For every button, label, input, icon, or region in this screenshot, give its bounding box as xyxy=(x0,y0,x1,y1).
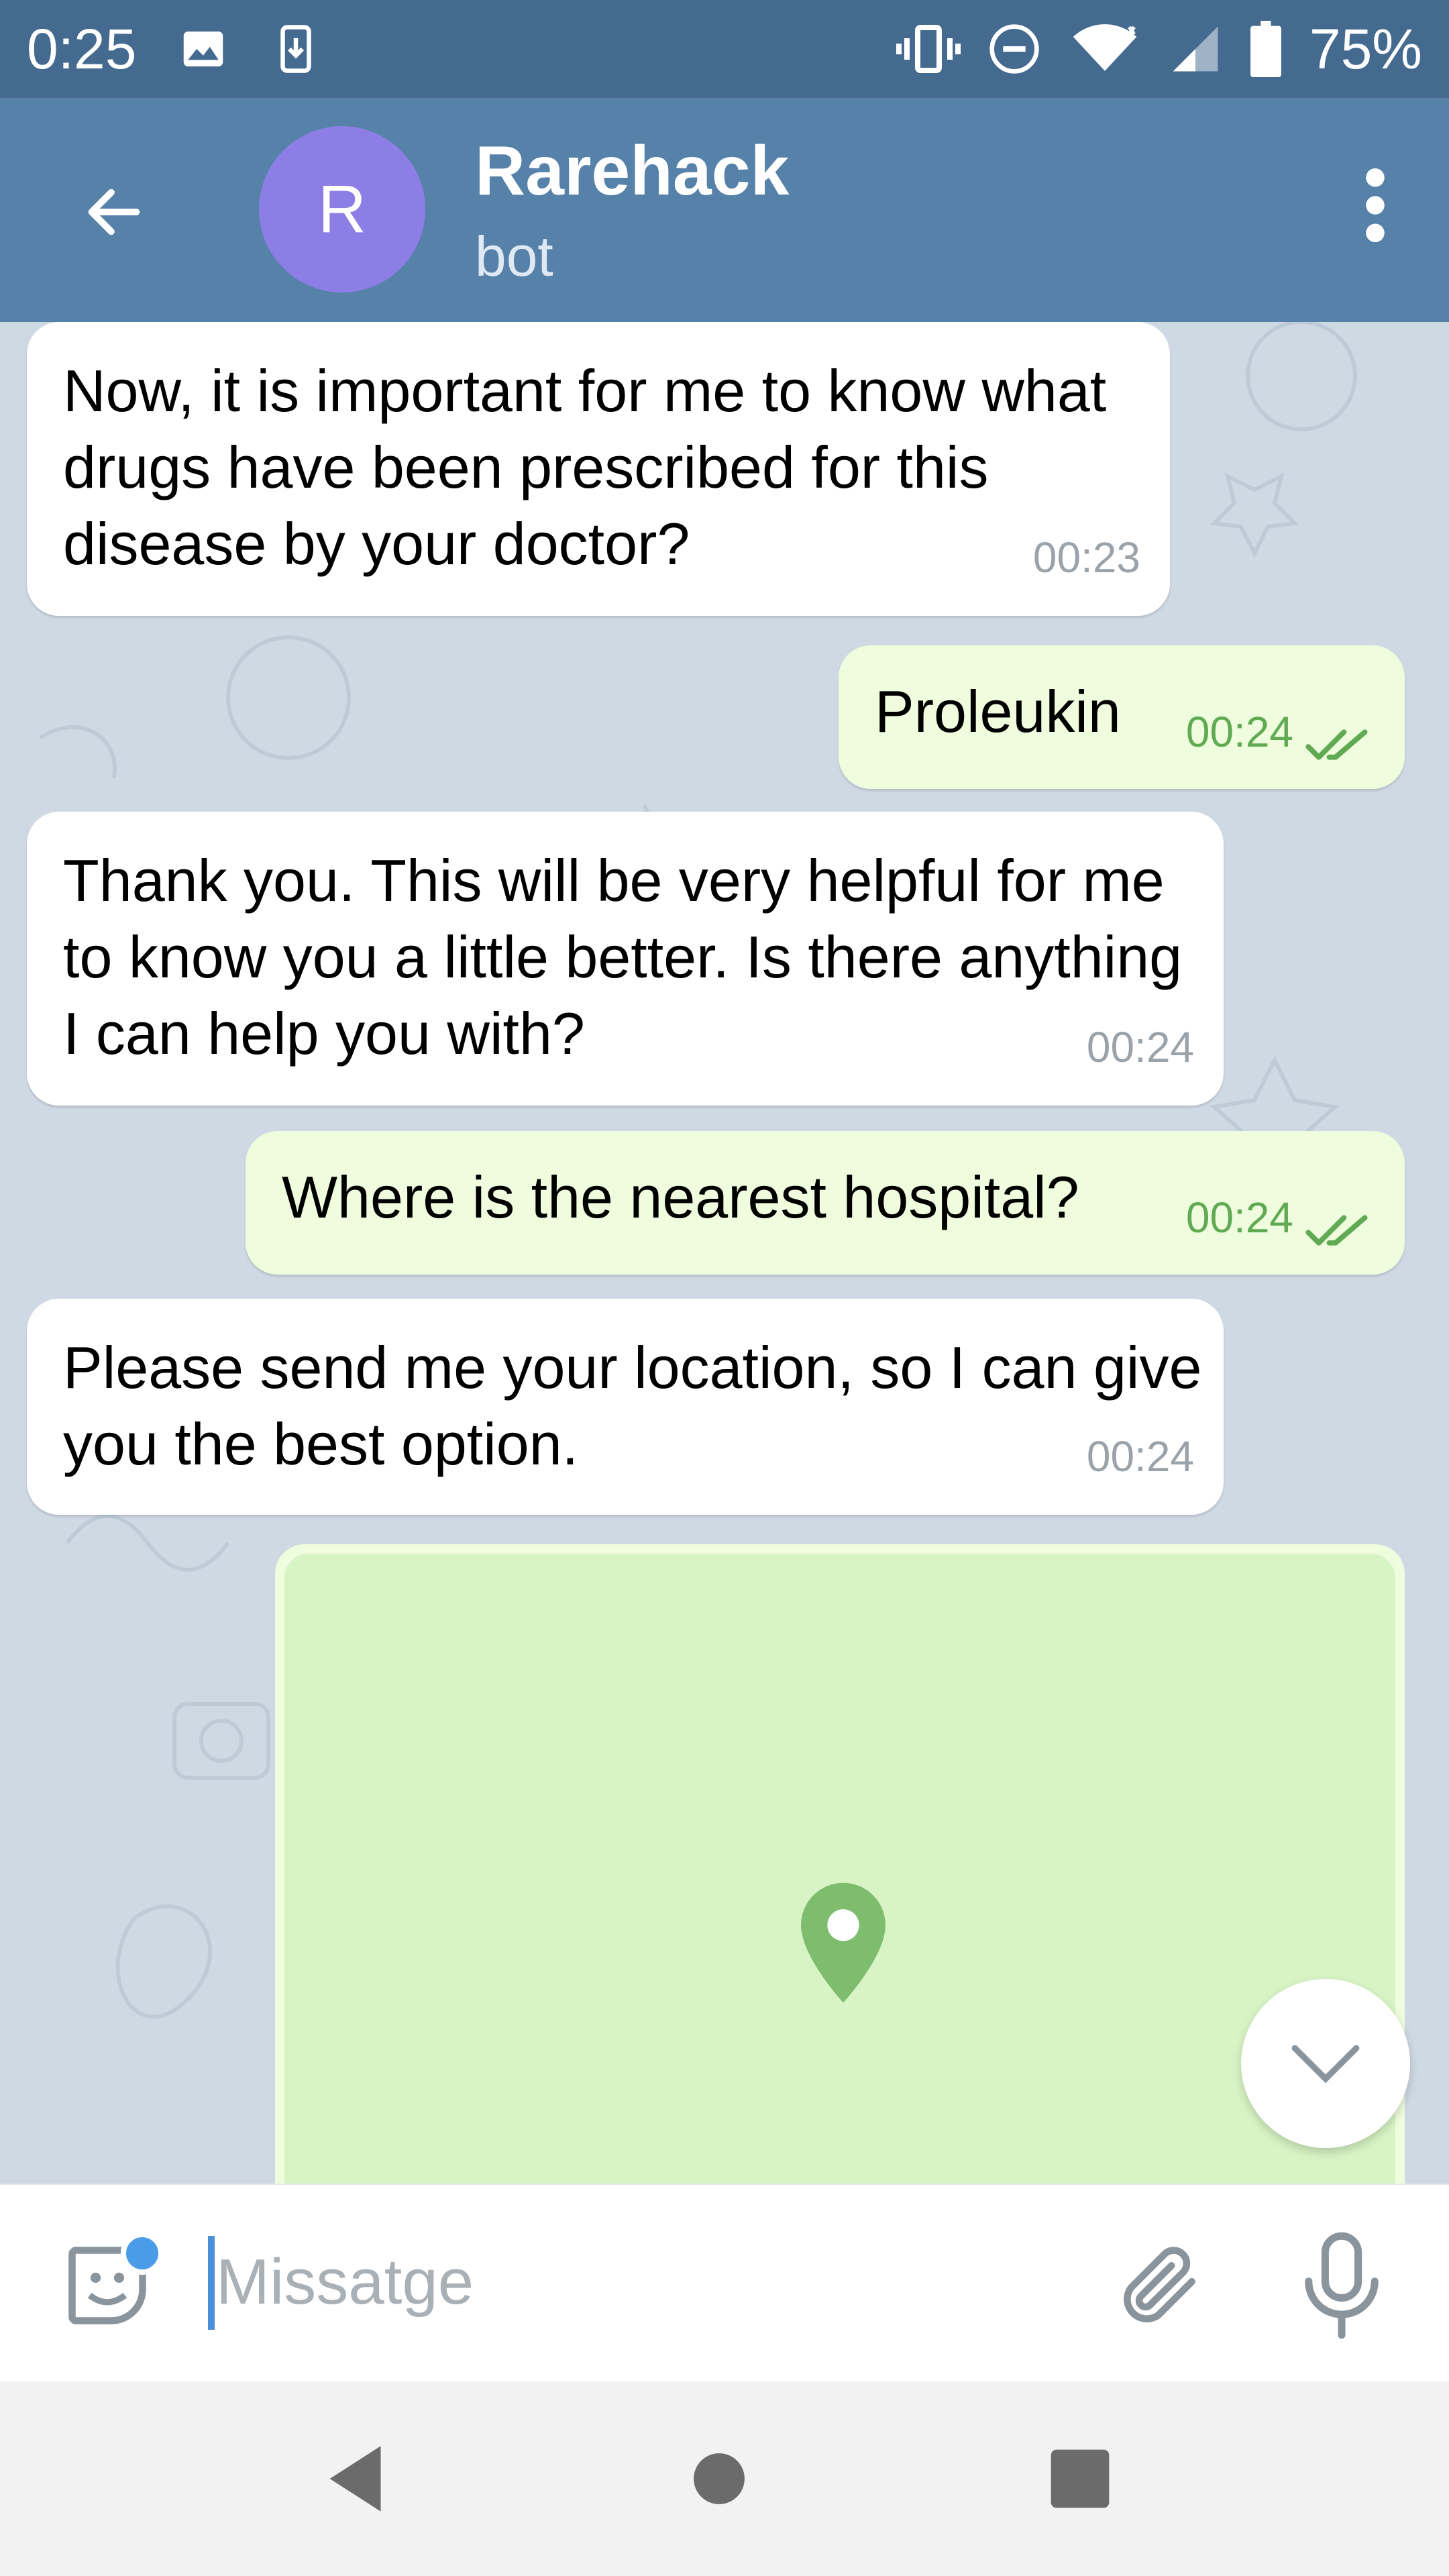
message-text: Now, it is important for me to know what… xyxy=(63,358,1107,577)
message-time: 00:24 xyxy=(1185,708,1293,756)
map-pin-icon xyxy=(801,1882,885,2003)
chat-subtitle: bot xyxy=(475,225,553,288)
home-circle-icon[interactable] xyxy=(676,2435,763,2522)
status-time: 0:25 xyxy=(27,17,137,80)
text-cursor xyxy=(208,2236,215,2330)
message-incoming[interactable]: Thank you. This will be very helpful for… xyxy=(27,812,1224,1106)
message-time: 00:24 xyxy=(1185,1193,1293,1242)
message-outgoing[interactable]: Where is the nearest hospital? 00:24 xyxy=(246,1131,1405,1275)
read-ticks-icon xyxy=(1305,729,1368,760)
back-button[interactable] xyxy=(67,165,161,259)
message-input-bar xyxy=(0,2184,1449,2381)
system-nav-bar xyxy=(0,2381,1449,2576)
battery-icon xyxy=(1250,21,1281,77)
paperclip-icon xyxy=(1124,2247,1195,2322)
message-text: Proleukin xyxy=(875,678,1121,745)
image-icon xyxy=(183,32,223,66)
message-incoming[interactable]: Now, it is important for me to know what… xyxy=(27,322,1170,616)
message-text: Please send me your location, so I can g… xyxy=(63,1334,1202,1477)
sticker-notification-dot xyxy=(121,2232,164,2275)
battery-percent: 75% xyxy=(1309,17,1422,80)
recents-square-icon[interactable] xyxy=(1036,2435,1124,2522)
avatar[interactable]: R xyxy=(259,126,425,292)
back-triangle-icon[interactable] xyxy=(315,2435,402,2522)
message-time: 00:24 xyxy=(1086,1023,1194,1071)
chat-title[interactable]: Rarehack xyxy=(475,131,789,211)
scroll-to-bottom-button[interactable] xyxy=(1241,1979,1410,2148)
more-vertical-icon xyxy=(1366,168,1385,242)
download-icon xyxy=(280,25,311,73)
message-incoming[interactable]: Please send me your location, so I can g… xyxy=(27,1299,1224,1515)
read-ticks-icon xyxy=(1305,1215,1368,1246)
map-preview[interactable] xyxy=(284,1554,1395,2184)
message-time: 00:24 xyxy=(1086,1432,1194,1481)
message-time: 00:23 xyxy=(1032,533,1140,582)
chat-messages[interactable]: Now, it is important for me to know what… xyxy=(0,322,1449,2184)
voice-message-button[interactable] xyxy=(1298,2232,1392,2339)
wifi-icon xyxy=(1073,24,1137,71)
signal-icon xyxy=(1173,26,1218,72)
vibrate-icon xyxy=(896,25,961,73)
arrow-left-icon xyxy=(88,189,140,235)
dnd-icon xyxy=(989,24,1039,74)
message-outgoing[interactable]: Proleukin 00:24 xyxy=(839,645,1405,789)
status-bar: 0:25 75% xyxy=(0,0,1449,98)
message-input[interactable] xyxy=(216,2225,1055,2339)
chat-header: R Rarehack bot xyxy=(0,98,1449,322)
more-options-button[interactable] xyxy=(1328,158,1422,252)
location-map-message[interactable] xyxy=(275,1544,1405,2184)
chevron-down-icon xyxy=(1291,2045,1360,2084)
microphone-icon xyxy=(1305,2232,1379,2339)
attach-button[interactable] xyxy=(1114,2239,1208,2332)
message-text: Thank you. This will be very helpful for… xyxy=(63,847,1183,1067)
